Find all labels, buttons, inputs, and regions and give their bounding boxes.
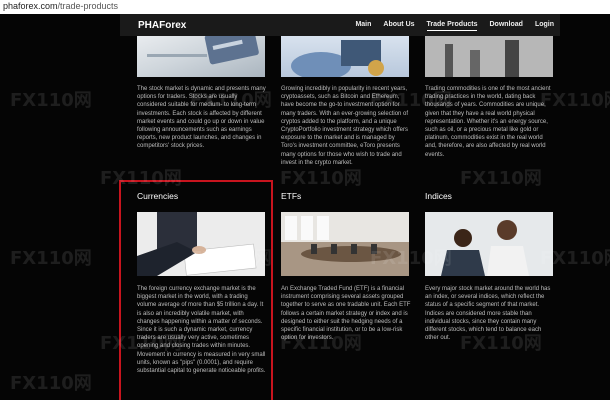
watermark: FX110网 bbox=[540, 248, 610, 269]
watermark: FX110网 bbox=[10, 90, 92, 111]
watermark: FX110网 bbox=[10, 248, 92, 269]
card-indices-title[interactable]: Indices bbox=[425, 191, 555, 202]
main-nav: Main About Us Trade Products Download Lo… bbox=[343, 21, 554, 31]
watermark: FX110网 bbox=[280, 333, 362, 354]
stocks-image bbox=[137, 36, 265, 77]
url-host: phaforex.com bbox=[3, 1, 58, 11]
watermark: FX110网 bbox=[10, 373, 92, 394]
watermark: FX110网 bbox=[460, 333, 542, 354]
nav-main[interactable]: Main bbox=[355, 21, 371, 31]
url-path: /trade-products bbox=[57, 1, 119, 11]
url-text[interactable]: phaforex.com/trade-products bbox=[3, 1, 118, 11]
watermark: FX110网 bbox=[370, 90, 452, 111]
watermark: FX110网 bbox=[100, 333, 182, 354]
watermark: FX110网 bbox=[370, 248, 452, 269]
watermark: FX110网 bbox=[280, 168, 362, 189]
nav-login[interactable]: Login bbox=[535, 21, 554, 31]
card-etfs-title[interactable]: ETFs bbox=[281, 191, 411, 202]
page: The stock market is dynamic and presents… bbox=[0, 14, 610, 400]
site-logo[interactable]: PHAForex bbox=[138, 20, 186, 31]
site-navbar: PHAForex Main About Us Trade Products Do… bbox=[120, 14, 560, 36]
watermark: FX110网 bbox=[190, 90, 272, 111]
watermark: FX110网 bbox=[540, 90, 610, 111]
commodities-image bbox=[425, 36, 553, 77]
watermark: FX110网 bbox=[100, 168, 182, 189]
nav-download[interactable]: Download bbox=[489, 21, 522, 31]
watermark: FX110网 bbox=[460, 168, 542, 189]
nav-about-us[interactable]: About Us bbox=[383, 21, 414, 31]
crypto-image bbox=[281, 36, 409, 77]
watermark: FX110网 bbox=[190, 248, 272, 269]
selection-highlight bbox=[119, 180, 273, 400]
browser-url-bar[interactable]: phaforex.com/trade-products bbox=[0, 0, 610, 14]
nav-trade-products[interactable]: Trade Products bbox=[426, 21, 478, 31]
